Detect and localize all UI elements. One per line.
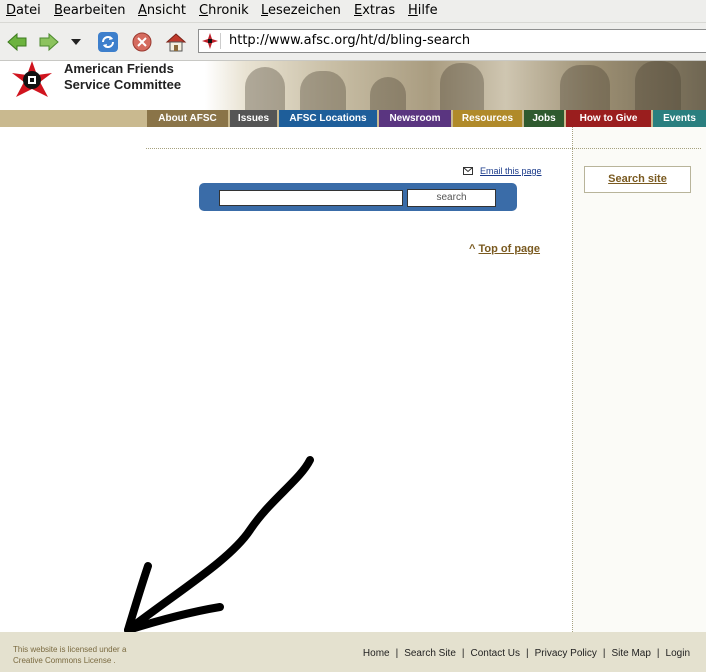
footer-links: Home | Search Site | Contact Us | Privac… bbox=[362, 648, 690, 659]
footer-link-search-site[interactable]: Search Site bbox=[404, 648, 456, 659]
footer-link-privacy-policy[interactable]: Privacy Policy bbox=[535, 648, 597, 659]
page-footer: This website is licensed under a Creativ… bbox=[0, 632, 706, 672]
license-line1: This website is licensed under a bbox=[13, 645, 127, 654]
hand-drawn-arrow bbox=[124, 456, 314, 634]
footer-link-site-map[interactable]: Site Map bbox=[611, 648, 650, 659]
license-line2[interactable]: Creative Commons License . bbox=[13, 655, 126, 666]
footer-link-login[interactable]: Login bbox=[666, 648, 690, 659]
footer-link-contact-us[interactable]: Contact Us bbox=[471, 648, 520, 659]
license-notice: This website is licensed under a Creativ… bbox=[13, 644, 126, 666]
footer-link-home[interactable]: Home bbox=[363, 648, 390, 659]
